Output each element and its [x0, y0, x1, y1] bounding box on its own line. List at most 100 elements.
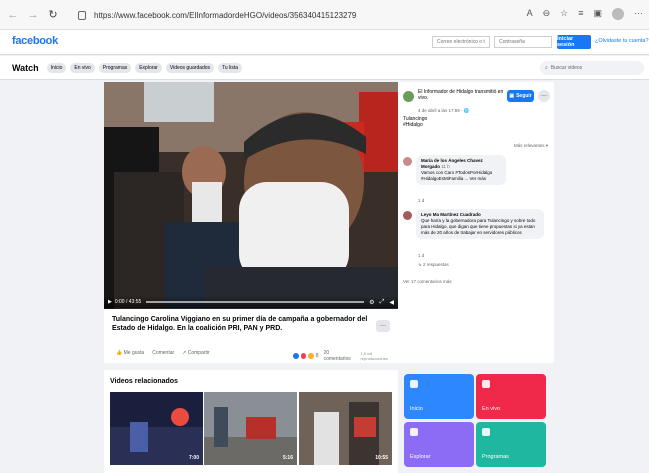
watch-title: Watch [12, 62, 39, 73]
like-icon: 👍 [116, 350, 123, 356]
related-videos: Videos relacionados 7:00 5:16 10:55 [104, 370, 398, 473]
tab-explore[interactable]: Explorar [135, 62, 162, 73]
page-name[interactable]: El Informador de Hidalgo transmitió en v… [418, 89, 504, 101]
collections-icon[interactable]: ▣ [593, 8, 602, 20]
tile-home[interactable]: Inicio [404, 374, 474, 419]
refresh-icon[interactable]: ↻ [46, 8, 60, 22]
more-icon[interactable]: ··· [634, 8, 643, 20]
sort-comments-dropdown[interactable]: Más relevantes ▾ [514, 143, 548, 149]
tile-label: En vivo [482, 406, 501, 412]
address-bar[interactable]: https://www.facebook.com/ElInformadordeH… [78, 8, 538, 23]
live-icon [482, 380, 490, 388]
video-duration: 10:55 [375, 455, 388, 461]
video-title: Tulancingo Carolina Viggiano en su prime… [112, 316, 368, 332]
post-date: 4 de abril a las 17:59 · 🌐 [418, 108, 470, 113]
comment-time: 11 h [441, 164, 450, 169]
video-info-panel: Tulancingo Carolina Viggiano en su prime… [104, 309, 398, 363]
video-duration: 5:16 [282, 455, 293, 461]
related-video-thumbnail[interactable]: 10:55 [299, 392, 392, 465]
haha-reaction-icon [308, 353, 314, 359]
search-placeholder: Buscar videos [550, 65, 583, 71]
favorites-bar-icon[interactable]: ≡ [578, 8, 583, 20]
tab-live[interactable]: En vivo [70, 62, 95, 73]
comment-bubble: María de los Ángeles Chavez Morgado 11 h… [416, 155, 506, 185]
forgot-account-link[interactable]: ¿Olvidaste tu cuenta? [595, 38, 649, 44]
more-options-button[interactable]: ··· [538, 90, 550, 102]
view-replies-link[interactable]: ↳ 2 respuestas [418, 262, 449, 268]
search-videos-input[interactable]: ⌕ Buscar videos [540, 61, 644, 75]
follow-icon: ▣ [509, 93, 515, 99]
tile-label: Inicio [410, 406, 423, 412]
facebook-logo[interactable]: facebook [12, 35, 58, 47]
comment-text: Vamos con Caro #TodosPorHidalgo #Hidalgo… [421, 170, 493, 181]
share-label: Compartir [187, 350, 210, 356]
reactions-summary[interactable]: 8 20 comentarios 1,5 mil reproducciones [293, 350, 398, 362]
tab-your-watchlist[interactable]: Tu lista [218, 62, 242, 73]
page-avatar[interactable] [403, 91, 414, 102]
related-video-thumbnail[interactable]: 7:00 [110, 392, 203, 465]
like-reaction-icon [293, 353, 299, 359]
share-button[interactable]: ↗ Compartir [182, 350, 210, 356]
like-label: Me gusta [123, 350, 145, 356]
zoom-icon[interactable]: ⊖ [543, 8, 551, 20]
favorite-icon[interactable]: ☆ [560, 8, 568, 20]
comment-author[interactable]: María de los Ángeles Chavez Morgado [421, 158, 483, 169]
comment-meta: 1 d [418, 253, 425, 258]
player-time: 0:00 / 43:55 [114, 299, 142, 305]
post-hashtag[interactable]: #Hidalgo [403, 122, 543, 128]
login-button[interactable]: Iniciar sesión [557, 35, 591, 49]
view-more-comments-link[interactable]: Ver 17 comentarios más [403, 279, 452, 284]
reaction-count: 8 [315, 353, 319, 359]
avatar[interactable] [403, 211, 412, 220]
comments-count[interactable]: 20 comentarios [324, 350, 356, 362]
password-field[interactable] [494, 36, 552, 48]
progress-bar[interactable] [146, 301, 365, 303]
post-text: Tulancingo #Hidalgo [403, 116, 543, 128]
watch-nav: Watch Inicio En vivo Programas Explorar … [0, 56, 649, 80]
comment-author[interactable]: Leyo Ma Martínez Cuadrado [421, 212, 481, 217]
share-icon: ↗ [182, 350, 187, 356]
search-icon: ⌕ [545, 65, 548, 71]
tile-explore[interactable]: Explorar [404, 422, 474, 467]
shows-icon [482, 428, 490, 436]
volume-icon[interactable]: ◀ [389, 299, 394, 306]
tile-label: Programas [482, 454, 509, 460]
comment-meta: 1 d [418, 198, 425, 203]
explore-icon [410, 428, 418, 436]
video-player[interactable] [104, 82, 398, 309]
view-count: 1,5 mil reproducciones [360, 351, 388, 361]
facebook-header: facebook Iniciar sesión ¿Olvidaste tu cu… [0, 30, 649, 55]
fullscreen-icon[interactable]: ⤢ [380, 299, 385, 306]
back-icon[interactable]: ← [6, 8, 20, 22]
video-more-options-button[interactable]: ··· [376, 320, 390, 332]
related-video-thumbnail[interactable]: 5:16 [204, 392, 297, 465]
browser-toolbar: ← → ↻ https://www.facebook.com/ElInforma… [0, 0, 649, 30]
avatar[interactable] [403, 157, 412, 166]
comment-text: Que haría y la gobernadora para Tulancin… [421, 218, 536, 235]
player-controls: ▶ 0:00 / 43:55 ⚙ ⤢ ◀ [104, 296, 398, 308]
tab-saved-videos[interactable]: Videos guardados [165, 62, 215, 73]
follow-button[interactable]: ▣ Seguir [507, 90, 534, 102]
video-frame [104, 82, 398, 309]
tab-home[interactable]: Inicio [46, 62, 67, 73]
profile-icon[interactable] [612, 8, 624, 20]
browser-actions: A ⊖ ☆ ≡ ▣ ··· [527, 8, 643, 20]
email-field[interactable] [432, 36, 490, 48]
comment-label: Comentar [152, 350, 175, 356]
like-button[interactable]: 👍 Me gusta [116, 350, 144, 356]
comment-bubble: Leyo Ma Martínez Cuadrado Que haría y la… [416, 209, 544, 239]
post-actions: 👍 Me gusta Comentar ↗ Compartir [116, 350, 210, 356]
home-icon [410, 380, 418, 388]
read-aloud-icon[interactable]: A [527, 8, 533, 20]
play-icon[interactable]: ▶ [108, 299, 112, 305]
forward-icon[interactable]: → [26, 8, 40, 22]
comment-button[interactable]: Comentar [152, 350, 174, 356]
tab-shows[interactable]: Programas [98, 62, 132, 73]
settings-icon[interactable]: ⚙ [369, 299, 374, 306]
tile-shows[interactable]: Programas [476, 422, 546, 467]
video-duration: 7:00 [188, 455, 199, 461]
url-text: https://www.facebook.com/ElInformadordeH… [94, 11, 357, 20]
post-panel: El Informador de Hidalgo transmitió en v… [398, 82, 554, 363]
tile-live[interactable]: En vivo [476, 374, 546, 419]
tile-label: Explorar [410, 454, 431, 460]
